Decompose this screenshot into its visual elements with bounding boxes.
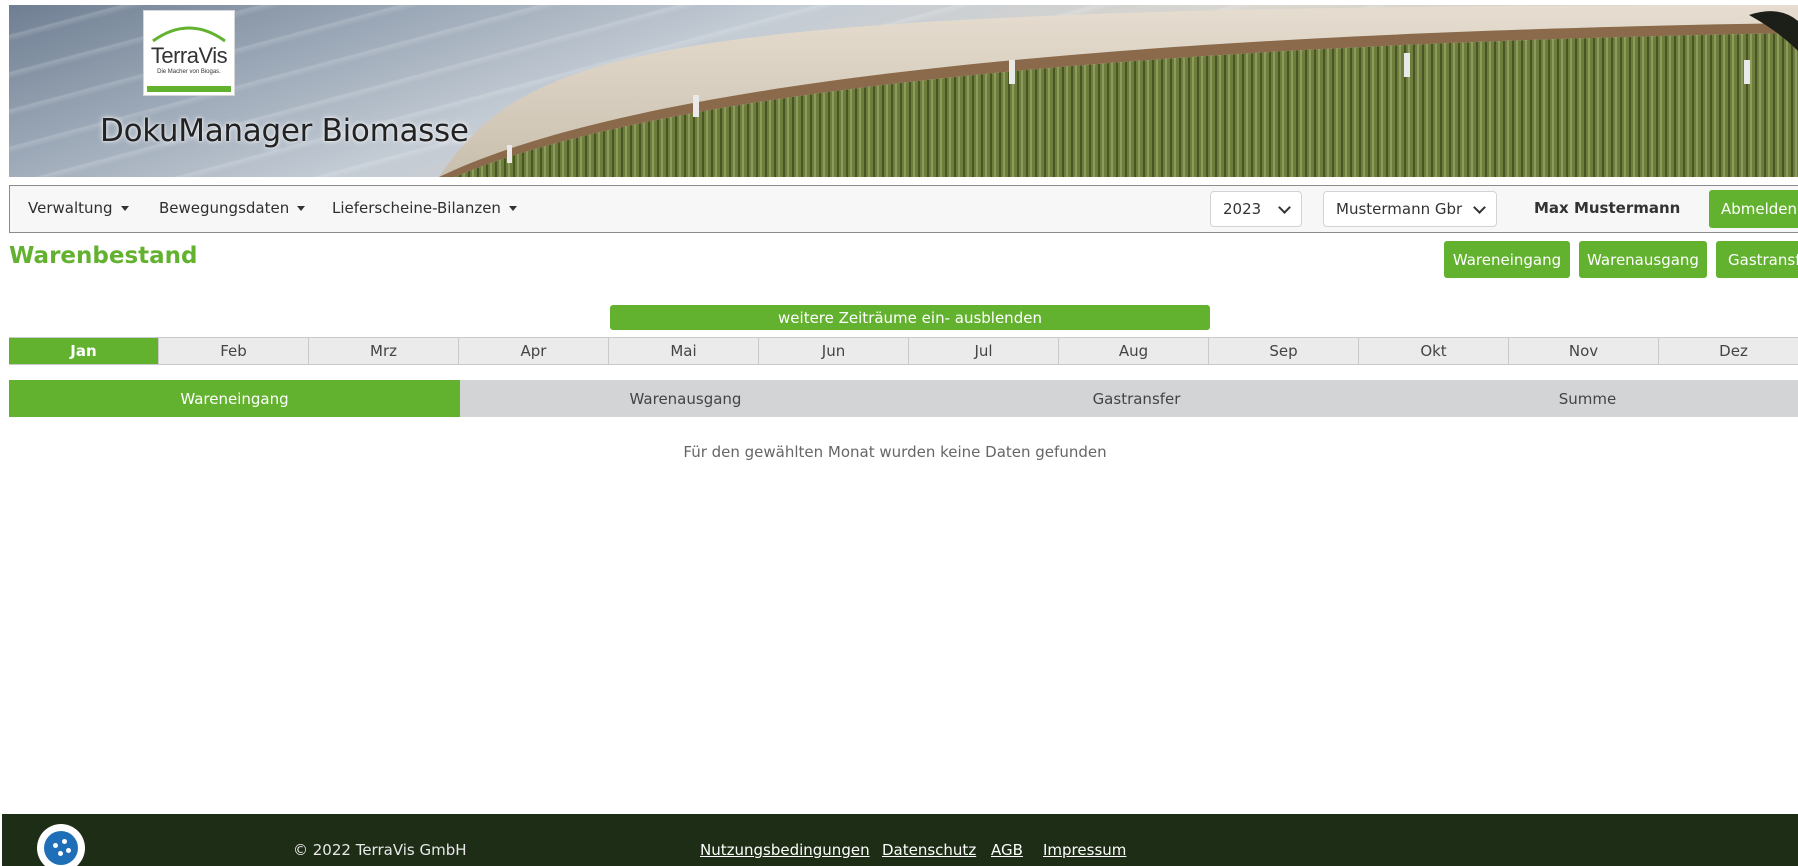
current-user-name: Max Mustermann xyxy=(1534,199,1681,217)
empty-state-message: Für den gewählten Monat wurden keine Dat… xyxy=(0,443,1798,461)
stock-tabs: Wareneingang Warenausgang Gastransfer Su… xyxy=(9,380,1798,417)
month-sep[interactable]: Sep xyxy=(1209,338,1359,364)
month-apr[interactable]: Apr xyxy=(459,338,609,364)
empty-state-text: Für den gewählten Monat wurden keine Dat… xyxy=(683,443,1107,461)
month-aug[interactable]: Aug xyxy=(1059,338,1209,364)
caret-down-icon xyxy=(297,205,306,211)
month-jan[interactable]: Jan xyxy=(9,338,159,364)
logo-arc-icon xyxy=(152,26,226,43)
tab-summe[interactable]: Summe xyxy=(1362,380,1798,417)
nav-menu-label: Bewegungsdaten xyxy=(159,199,290,217)
month-dez[interactable]: Dez xyxy=(1659,338,1798,364)
link-nutzungsbedingungen[interactable]: Nutzungsbedingungen xyxy=(700,841,870,859)
logo-name: TerraVis xyxy=(150,43,228,68)
year-select[interactable]: 2023 xyxy=(1210,191,1302,227)
tab-gastransfer[interactable]: Gastransfer xyxy=(911,380,1362,417)
link-impressum[interactable]: Impressum xyxy=(1043,841,1126,859)
month-mrz[interactable]: Mrz xyxy=(309,338,459,364)
footer: © 2022 TerraVis GmbH Nutzungsbedingungen… xyxy=(2,814,1798,866)
cookie-icon-inner xyxy=(44,831,78,865)
month-nov[interactable]: Nov xyxy=(1509,338,1659,364)
link-datenschutz[interactable]: Datenschutz xyxy=(882,841,976,859)
main-navbar: Verwaltung Bewegungsdaten Lieferscheine-… xyxy=(9,185,1798,233)
month-jun[interactable]: Jun xyxy=(759,338,909,364)
link-agb[interactable]: AGB xyxy=(991,841,1023,859)
caret-down-icon xyxy=(120,205,129,211)
warenausgang-button[interactable]: Warenausgang xyxy=(1579,241,1707,278)
year-select-value: 2023 xyxy=(1223,200,1262,218)
logout-button[interactable]: Abmelden xyxy=(1709,190,1798,228)
company-select-value: Mustermann Gbr xyxy=(1336,200,1463,218)
logo-bar xyxy=(147,86,231,92)
nav-menu-label: Verwaltung xyxy=(28,199,113,217)
company-select[interactable]: Mustermann Gbr xyxy=(1323,191,1497,227)
wareneingang-button[interactable]: Wareneingang xyxy=(1444,241,1570,278)
cookie-settings-icon[interactable] xyxy=(37,824,85,866)
tab-wareneingang[interactable]: Wareneingang xyxy=(9,380,460,417)
page-title: Warenbestand xyxy=(9,243,198,269)
nav-menu-lieferscheine-bilanzen[interactable]: Lieferscheine-Bilanzen xyxy=(332,199,517,217)
copyright-text: © 2022 TerraVis GmbH xyxy=(293,841,467,859)
month-feb[interactable]: Feb xyxy=(159,338,309,364)
month-okt[interactable]: Okt xyxy=(1359,338,1509,364)
logo-tagline: Die Macher von Biogas. xyxy=(157,69,221,75)
nav-menu-bewegungsdaten[interactable]: Bewegungsdaten xyxy=(159,199,306,217)
tab-warenausgang[interactable]: Warenausgang xyxy=(460,380,911,417)
caret-down-icon xyxy=(508,205,517,211)
gastransfer-button[interactable]: Gastransfer xyxy=(1716,241,1798,278)
month-mai[interactable]: Mai xyxy=(609,338,759,364)
month-jul[interactable]: Jul xyxy=(909,338,1059,364)
chevron-down-icon xyxy=(1473,201,1486,214)
terravis-logo[interactable]: TerraVis Die Macher von Biogas. xyxy=(143,10,235,96)
biogas-tank-image xyxy=(439,5,1798,177)
toggle-periods-button[interactable]: weitere Zeiträume ein- ausblenden xyxy=(610,305,1210,330)
header-banner: TerraVis Die Macher von Biogas. DokuMana… xyxy=(9,5,1798,177)
nav-menu-verwaltung[interactable]: Verwaltung xyxy=(28,199,129,217)
month-selector: Jan Feb Mrz Apr Mai Jun Jul Aug Sep Okt … xyxy=(9,337,1798,365)
nav-menu-label: Lieferscheine-Bilanzen xyxy=(332,199,501,217)
app-title: DokuManager Biomasse xyxy=(100,113,469,149)
chevron-down-icon xyxy=(1278,201,1291,214)
